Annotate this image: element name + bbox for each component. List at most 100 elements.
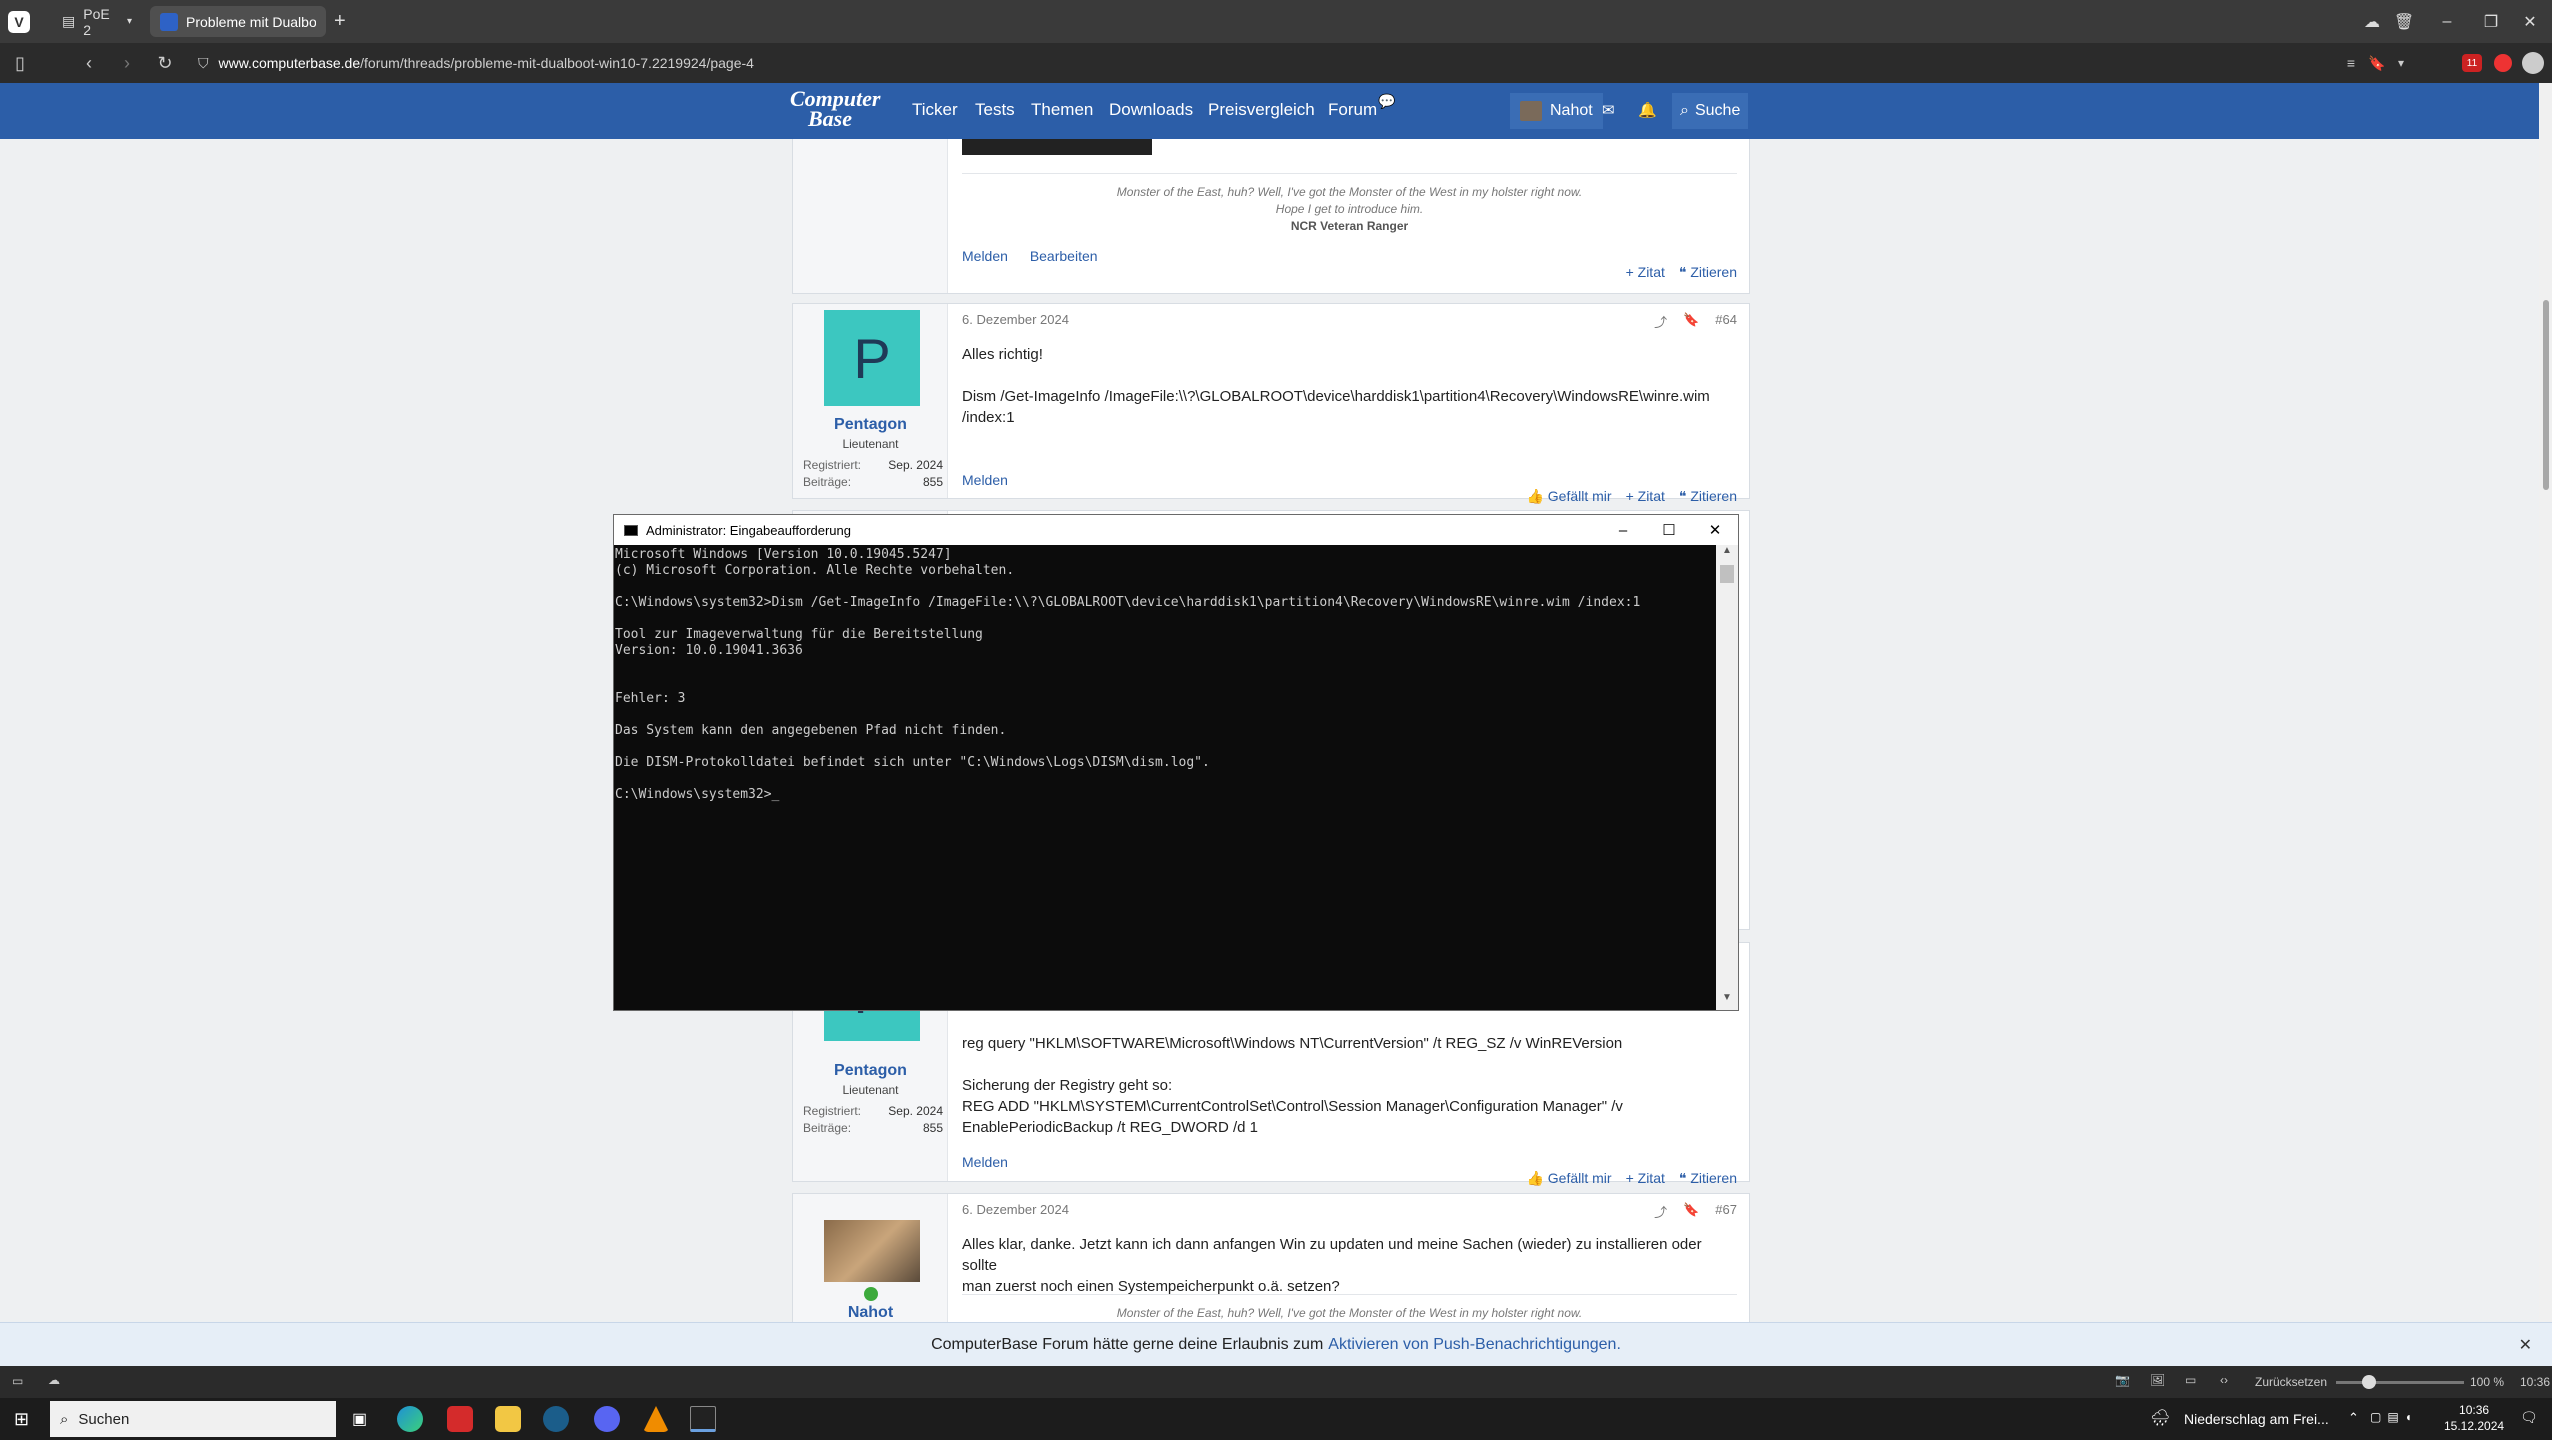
bookmark-icon[interactable]: 🔖 — [2366, 52, 2388, 74]
notifications-icon[interactable]: 🗨 — [2520, 1409, 2538, 1426]
site-logo[interactable]: Computer Base — [790, 88, 880, 130]
quote-plus-link[interactable]: + Zitat — [1626, 488, 1665, 505]
taskbar-search[interactable]: ⌕ Suchen — [50, 1401, 336, 1437]
reply-quote-link[interactable]: ❝ Zitieren — [1679, 488, 1737, 505]
page-scrollbar-thumb[interactable] — [2543, 300, 2549, 490]
chat-icon[interactable]: 💬 — [1378, 93, 1395, 110]
command-prompt-window[interactable]: Administrator: Eingabeaufforderung – ☐ ✕… — [613, 514, 1739, 1011]
nav-themen[interactable]: Themen — [1031, 100, 1093, 120]
zoom-slider[interactable] — [2336, 1375, 2464, 1389]
cmd-taskbar-icon[interactable] — [690, 1406, 716, 1432]
like-link[interactable]: 👍 Gefällt mir — [1526, 1170, 1611, 1187]
sidebar-toggle-icon[interactable]: ▯ — [9, 52, 31, 74]
avatar — [1520, 101, 1542, 121]
code-icon[interactable]: ‹› — [2220, 1373, 2228, 1387]
report-link[interactable]: Melden — [962, 472, 1008, 488]
steam-icon[interactable] — [543, 1406, 569, 1432]
forum-post: Monster of the East, huh? Well, I've got… — [792, 139, 1750, 294]
share-icon[interactable]: ⤴ — [1654, 312, 1667, 331]
image-icon[interactable]: 🖼 — [2150, 1373, 2165, 1387]
camera-icon[interactable]: 📷 — [2115, 1373, 2130, 1387]
reload-icon[interactable]: ↻ — [154, 52, 176, 74]
vivaldi-menu-icon[interactable]: V — [8, 11, 30, 33]
tab-forum[interactable]: Probleme mit Dualboot Wi — [150, 6, 326, 37]
reply-quote-link[interactable]: ❝ Zitieren — [1679, 264, 1737, 281]
post-username[interactable]: Pentagon — [793, 416, 948, 434]
maximize-button[interactable]: ☐ — [1646, 515, 1692, 545]
close-icon[interactable]: ✕ — [2519, 1335, 2532, 1355]
user-menu[interactable]: Nahot — [1510, 93, 1603, 129]
edit-link[interactable]: Bearbeiten — [1030, 248, 1098, 264]
nav-ticker[interactable]: Ticker — [912, 100, 958, 120]
vivaldi-icon[interactable] — [447, 1406, 473, 1432]
like-link[interactable]: 👍 Gefällt mir — [1526, 488, 1611, 505]
reply-quote-link[interactable]: ❝ Zitieren — [1679, 1170, 1737, 1187]
search-button[interactable]: ⌕ Suche — [1672, 93, 1749, 129]
bookmark-icon[interactable]: 🔖 — [1683, 1202, 1699, 1221]
panel-toggle-icon[interactable]: ▭ — [12, 1374, 23, 1388]
profile-avatar[interactable] — [2522, 52, 2544, 74]
file-explorer-icon[interactable] — [495, 1406, 521, 1432]
report-link[interactable]: Melden — [962, 248, 1008, 264]
quote-plus-link[interactable]: + Zitat — [1626, 1170, 1665, 1187]
minimize-button[interactable]: – — [1600, 515, 1646, 545]
weather-text[interactable]: Niederschlag am Frei... — [2184, 1411, 2329, 1427]
cmd-scrollbar-thumb[interactable] — [1720, 565, 1734, 583]
post-number[interactable]: #67 — [1715, 1202, 1737, 1221]
url-field[interactable]: ⛉ www.computerbase.de/forum/threads/prob… — [190, 50, 2320, 76]
task-view-icon[interactable]: ▣ — [352, 1409, 367, 1429]
zoom-reset-button[interactable]: Zurücksetzen — [2255, 1375, 2327, 1389]
tray-chevron-icon[interactable]: ⌃ — [2348, 1410, 2359, 1426]
extension-icon[interactable] — [2494, 54, 2512, 72]
close-button[interactable]: ✕ — [2508, 0, 2552, 43]
bookmark-icon[interactable]: 🔖 — [1683, 312, 1699, 331]
cmd-scrollbar[interactable]: ▲ ▼ — [1716, 545, 1738, 1010]
new-tab-button[interactable]: + — [334, 10, 346, 33]
avatar[interactable]: P — [824, 310, 920, 406]
avatar[interactable] — [824, 1220, 920, 1282]
page-scrollbar[interactable] — [2539, 83, 2552, 1322]
nav-preisvergleich[interactable]: Preisvergleich — [1208, 100, 1315, 120]
post-date[interactable]: 6. Dezember 2024 — [962, 1202, 1069, 1217]
close-button[interactable]: ✕ — [1692, 515, 1738, 545]
maximize-button[interactable]: ❐ — [2469, 0, 2513, 43]
edge-icon[interactable] — [397, 1406, 423, 1432]
tab-poe2[interactable]: ▤ PoE 2 ▾ — [52, 6, 142, 38]
discord-icon[interactable] — [594, 1406, 620, 1432]
vlc-icon[interactable] — [643, 1406, 669, 1432]
clock-area[interactable]: 10:36 15.12.2024 — [2444, 1402, 2504, 1434]
post-date[interactable]: 6. Dezember 2024 — [962, 312, 1069, 327]
post-line: REG ADD "HKLM\SYSTEM\CurrentControlSet\C… — [962, 1098, 1623, 1115]
post-number[interactable]: #64 — [1715, 312, 1737, 331]
reader-icon[interactable]: ≡ — [2340, 52, 2362, 74]
report-link[interactable]: Melden — [962, 1154, 1008, 1170]
cloud-sync-icon[interactable]: ☁ — [48, 1373, 60, 1387]
scroll-down-icon[interactable]: ▼ — [1716, 992, 1738, 1010]
back-icon[interactable]: ‹ — [78, 52, 100, 74]
minimize-button[interactable]: – — [2425, 0, 2469, 43]
windows-start-icon[interactable]: ⊞ — [14, 1409, 29, 1430]
trash-icon[interactable]: 🗑 — [2382, 0, 2426, 43]
attachment-thumbnail[interactable] — [962, 139, 1152, 155]
share-icon[interactable]: ⤴ — [1654, 1202, 1667, 1221]
bell-icon[interactable]: 🔔 — [1638, 101, 1657, 119]
signature-line: NCR Veteran Ranger — [1290, 219, 1409, 233]
post-username[interactable]: Nahot — [793, 1304, 948, 1322]
cmd-titlebar[interactable]: Administrator: Eingabeaufforderung – ☐ ✕ — [614, 515, 1738, 545]
post-sidebar — [793, 139, 948, 293]
nav-forum[interactable]: Forum — [1328, 100, 1377, 120]
nav-downloads[interactable]: Downloads — [1109, 100, 1193, 120]
post-username[interactable]: Pentagon — [793, 1062, 948, 1080]
mail-icon[interactable]: ✉ — [1602, 101, 1615, 119]
scroll-up-icon[interactable]: ▲ — [1716, 545, 1738, 563]
dropdown-icon[interactable]: ▾ — [2390, 52, 2412, 74]
cmd-output[interactable]: Microsoft Windows [Version 10.0.19045.52… — [614, 545, 1718, 1010]
zoom-slider-knob[interactable] — [2362, 1375, 2376, 1389]
tray-icons[interactable]: ▢▤◖ — [2370, 1410, 2418, 1424]
nav-tests[interactable]: Tests — [975, 100, 1015, 120]
extension-badge[interactable]: 11 — [2462, 54, 2482, 72]
enable-push-link[interactable]: Aktivieren von Push-Benachrichtigungen. — [1328, 1336, 1621, 1354]
tiling-icon[interactable]: ▭ — [2185, 1373, 2196, 1387]
quote-plus-link[interactable]: + Zitat — [1626, 264, 1665, 281]
forward-icon[interactable]: › — [116, 52, 138, 74]
